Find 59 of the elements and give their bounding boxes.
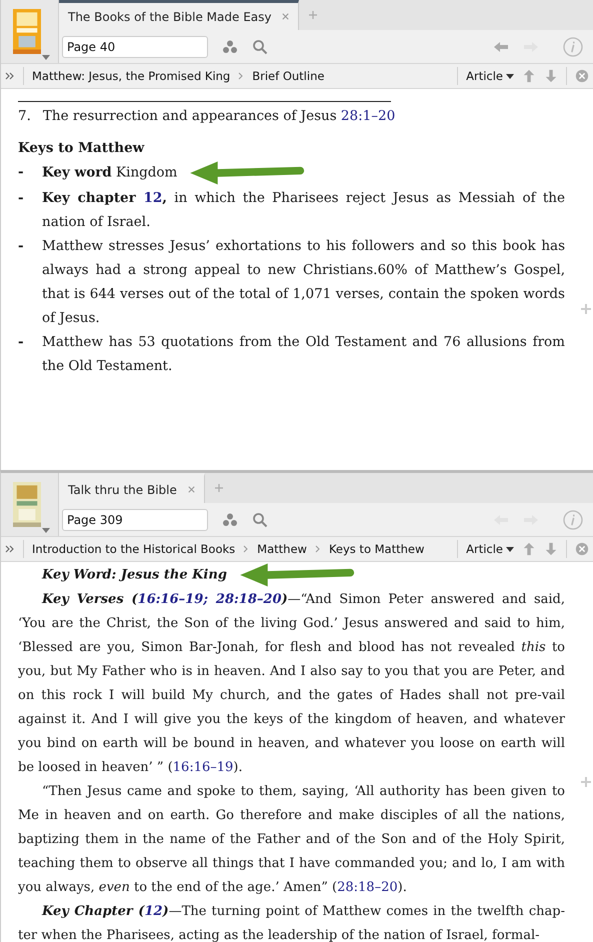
breadcrumb-link[interactable]: Matthew: [257, 542, 307, 556]
close-icon[interactable]: [281, 12, 290, 21]
bullet-marker: -: [18, 333, 25, 352]
breadcrumb-link[interactable]: Brief Outline: [252, 69, 324, 83]
bullet-text: Matthew stresses Jesus’ exhortations to his followers and so this book has always had a strong appeal to new Christians.60% of Matthew’s Gospel, that is 644 verses out of the total of 1,071 verses, contain the spoken words of Jesus.: [42, 237, 565, 328]
dots-icon[interactable]: [222, 38, 238, 54]
close-icon[interactable]: [186, 485, 196, 494]
expand-icon[interactable]: [5, 544, 15, 554]
page-field[interactable]: Page 40: [62, 36, 208, 58]
paragraph: “Then Jesus came and spoke to them, saying, ‘All authority has been given to Me in heaven and on earth. Go therefore and make disciples of all the nations, baptizing them in the name of the Father and of the Son and of the Holy Spirit, teaching them to observe all things that I have commanded you; and lo, I am with you always, even to the end of the age.’ Amen” (28:18–20).: [18, 783, 565, 897]
close-icon[interactable]: [575, 69, 589, 83]
paragraph: Key Word: Jesus the King: [18, 562, 565, 588]
info-icon[interactable]: [563, 36, 583, 56]
info-icon[interactable]: [563, 510, 583, 530]
dots-icon[interactable]: [222, 512, 238, 528]
view-menu[interactable]: Article: [466, 542, 514, 556]
chevron-icon: [238, 71, 244, 81]
plus-icon[interactable]: [581, 304, 591, 314]
tab[interactable]: Talk thru the Bible: [59, 473, 205, 503]
search-icon[interactable]: [252, 512, 268, 528]
expand-icon[interactable]: [5, 71, 15, 81]
paragraph: Key Chapter (12)—The turning point of Matthew comes in the twelfth chap-ter when the Pharisees, acting as the leadership of the nation of Israel, formal-: [18, 903, 565, 942]
search-icon[interactable]: [252, 38, 268, 54]
caret-icon[interactable]: [506, 74, 514, 78]
bullet-text: Key word Kingdom: [42, 160, 565, 186]
verse-link[interactable]: 28:1–20: [340, 108, 396, 124]
verse-link[interactable]: 16:16–19: [172, 760, 234, 775]
bullet-marker: -: [18, 163, 25, 182]
bullet-marker: -: [18, 189, 25, 208]
breadcrumb-link[interactable]: Introduction to the Historical Books: [32, 542, 236, 556]
down-arrow-icon[interactable]: [544, 69, 558, 83]
verse-link[interactable]: 16:16–19; 28:18–20: [138, 592, 282, 607]
bullet-text: Key chapter 12, in which the Pharisees reject Jesus as Messiah of the nation of Israel.: [42, 189, 565, 232]
verse-link[interactable]: 12: [143, 190, 162, 206]
paragraph: Key Verses (16:16–19; 28:18–20)—“And Simon Peter answered and said, ‘You are the Christ, the Son of the living God.’ Jesus answered and said to him, ‘Blessed are you, Simon Bar-Jonah, for flesh and blood has not revealed this to you, but My Father who is in heaven. And I also say to you that you are Peter, and on this rock I will build My church, and the gates of Hades shall not pre-vail against it. And I will give you the keys of the kingdom of heaven, and whatever you bind on earth will be bound in heaven, and whatever you loose on earth will be loosed in heaven’ ” (16:16–19).: [18, 591, 565, 777]
breadcrumb-link[interactable]: Keys to Matthew: [328, 542, 424, 556]
new-tab-icon[interactable]: [214, 483, 224, 493]
close-icon[interactable]: [575, 542, 589, 556]
up-arrow-icon[interactable]: [522, 69, 536, 83]
section-heading: Keys to Matthew: [18, 139, 146, 158]
outline-item: The resurrection and appearances of Jesus 28:1–20: [42, 107, 396, 126]
view-menu[interactable]: Article: [466, 69, 514, 83]
bullet-text: Matthew has 53 quotations from the Old Testament and 76 allusions from the Old Testament.: [42, 333, 565, 376]
plus-icon[interactable]: [581, 777, 591, 787]
up-arrow-icon[interactable]: [522, 542, 536, 556]
bullet-marker: -: [18, 237, 25, 256]
tab-title[interactable]: Talk thru the Bible: [68, 482, 177, 496]
item-number: 7.: [18, 107, 31, 126]
new-tab-icon[interactable]: [308, 10, 318, 20]
chevron-icon: [314, 544, 321, 554]
tab-title[interactable]: The Books of the Bible Made Easy: [68, 10, 272, 24]
chevron-icon: [243, 544, 250, 554]
caret-icon[interactable]: [506, 546, 514, 552]
down-arrow-icon[interactable]: [544, 542, 558, 556]
page-field[interactable]: Page 309: [62, 508, 208, 530]
tab[interactable]: The Books of the Bible Made Easy: [59, 0, 300, 30]
verse-link[interactable]: 28:18–20: [337, 880, 398, 895]
breadcrumb-link[interactable]: Matthew: Jesus, the Promised King: [32, 69, 230, 83]
verse-link[interactable]: 12: [144, 904, 163, 919]
